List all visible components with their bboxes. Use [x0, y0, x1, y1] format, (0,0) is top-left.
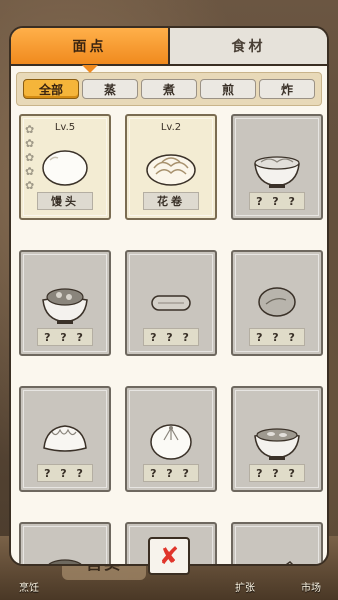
recipe-name: ? ? ?: [249, 464, 305, 482]
level-label: Lv.2: [160, 122, 182, 133]
recipe-name: ? ? ?: [249, 192, 305, 210]
recipe-name: ? ? ?: [143, 328, 199, 346]
filter-deep-fry[interactable]: 炸: [259, 79, 315, 99]
recipe-card-locked[interactable]: ? ? ?: [19, 250, 111, 356]
baozi-icon: [150, 424, 192, 460]
recipe-name: 馒头: [37, 192, 93, 210]
recipe-card-mantou[interactable]: ✿ ✿ ✿ ✿ ✿ Lv.5 馒头: [19, 114, 111, 220]
tab-ingredients[interactable]: 食材: [170, 28, 327, 66]
recipe-card-locked[interactable]: ? ? ?: [125, 250, 217, 356]
bowl-icon: [48, 559, 82, 564]
cooking-method-filter: 全部 蒸 煮 煎 炸: [16, 72, 322, 106]
filter-all[interactable]: 全部: [23, 79, 79, 99]
soup-bowl-icon: [254, 428, 300, 460]
recipe-card-locked[interactable]: ? ? ?: [125, 386, 217, 492]
recipe-name: ? ? ?: [143, 464, 199, 482]
recipe-card-huajuan[interactable]: Lv.2 花卷: [125, 114, 217, 220]
recipe-card-locked[interactable]: ? ? ?: [231, 114, 323, 220]
nav-market[interactable]: 市场: [286, 579, 336, 594]
recipe-grid: ✿ ✿ ✿ ✿ ✿ Lv.5 馒头 Lv.2 花卷 ? ? ? ? ? ? ? …: [17, 114, 323, 564]
recipe-name: 花卷: [143, 192, 199, 210]
nav-cook[interactable]: 烹饪: [4, 579, 54, 594]
recipe-name: ? ? ?: [249, 328, 305, 346]
star-icon: ✿: [25, 151, 35, 164]
close-x-icon: ✘: [158, 542, 180, 570]
pancake-icon: [258, 287, 296, 317]
star-rating: ✿ ✿ ✿ ✿ ✿: [25, 124, 34, 192]
fried-dough-icon: [151, 295, 191, 311]
recipe-card-locked[interactable]: ? ? ?: [19, 522, 111, 564]
filter-boil[interactable]: 煮: [141, 79, 197, 99]
category-tabs: 面点 食材: [11, 28, 327, 73]
recipe-card-locked[interactable]: ? ? ?: [231, 522, 323, 564]
dumpling-icon: [43, 425, 87, 452]
tab-pastry[interactable]: 面点: [11, 28, 170, 73]
recipe-card-locked[interactable]: ? ? ?: [231, 250, 323, 356]
bowl-icon: [42, 288, 88, 324]
filter-pan-fry[interactable]: 煎: [200, 79, 256, 99]
nav-expand[interactable]: 扩张: [220, 579, 270, 594]
recipe-name: ? ? ?: [37, 464, 93, 482]
close-button[interactable]: ✘: [148, 537, 190, 575]
filter-steam[interactable]: 蒸: [82, 79, 138, 99]
recipe-name: ? ? ?: [37, 328, 93, 346]
steamed-bun-icon: [42, 150, 88, 186]
star-icon: ✿: [25, 179, 35, 192]
recipe-card-locked[interactable]: ? ? ?: [231, 386, 323, 492]
recipe-card-locked[interactable]: ? ? ?: [19, 386, 111, 492]
star-icon: ✿: [25, 165, 35, 178]
recipe-book-panel: 面点 食材 全部 蒸 煮 煎 炸 ✿ ✿ ✿ ✿ ✿ Lv.5 馒头 Lv.2 …: [9, 26, 329, 566]
star-icon: ✿: [25, 137, 35, 150]
noodle-bowl-icon: [254, 156, 300, 188]
spring-roll-icon: [285, 561, 294, 564]
flower-roll-icon: [146, 154, 196, 186]
level-label: Lv.5: [54, 122, 76, 133]
